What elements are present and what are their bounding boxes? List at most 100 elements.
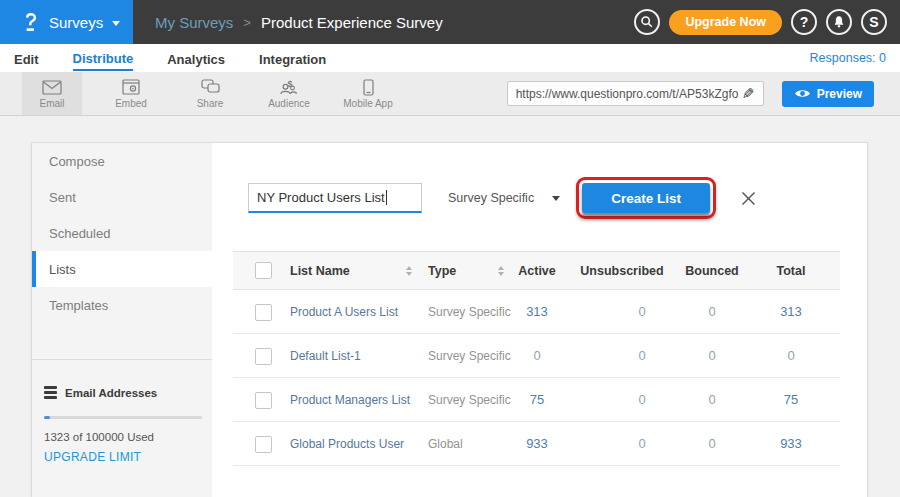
tab-analytics[interactable]: Analytics <box>167 47 225 70</box>
notifications-button[interactable] <box>826 9 852 35</box>
responses-count[interactable]: Responses: 0 <box>810 51 886 65</box>
breadcrumb: My Surveys > Product Experience Survey <box>155 14 443 31</box>
row-checkbox[interactable] <box>255 392 272 409</box>
unsubscribed-count: 0 <box>562 378 682 422</box>
bounced-count: 0 <box>682 422 742 466</box>
list-type: Global <box>420 422 512 466</box>
active-count[interactable]: 75 <box>512 378 562 422</box>
sidebar-item-compose[interactable]: Compose <box>32 143 212 179</box>
lists-content: NY Product Users List Survey Specific Cr… <box>212 143 867 497</box>
embed-icon <box>122 78 140 96</box>
col-header-unsubscribed: Unsubscribed <box>562 252 682 290</box>
row-checkbox[interactable] <box>255 304 272 321</box>
account-avatar[interactable]: S <box>861 9 887 35</box>
top-header: Surveys My Surveys > Product Experience … <box>0 0 900 44</box>
search-button[interactable] <box>634 9 660 35</box>
list-name-link[interactable]: Product A Users List <box>275 290 420 334</box>
sort-icon[interactable] <box>498 266 504 276</box>
eye-icon <box>794 88 811 99</box>
table-row: Global Products User Global 933 0 0 933 <box>233 422 840 466</box>
app-logo[interactable]: Surveys <box>0 0 133 44</box>
sidebar-item-scheduled[interactable]: Scheduled <box>32 215 212 251</box>
distribute-toolbar: Email Embed Share $ Audience Mobile App … <box>0 72 900 116</box>
total-count[interactable]: 313 <box>742 290 840 334</box>
breadcrumb-separator: > <box>243 15 251 30</box>
breadcrumb-my-surveys[interactable]: My Surveys <box>155 14 233 31</box>
toolbar-item-audience[interactable]: $ Audience <box>259 72 319 115</box>
row-checkbox[interactable] <box>255 348 272 365</box>
email-addresses-title: Email Addresses <box>65 387 157 399</box>
sidebar-item-templates[interactable]: Templates <box>32 287 212 323</box>
sidebar-item-lists[interactable]: Lists <box>32 251 212 287</box>
create-list-button[interactable]: Create List <box>582 183 710 213</box>
list-type: Survey Specific <box>420 378 512 422</box>
unsubscribed-count: 0 <box>562 422 682 466</box>
share-icon <box>201 78 220 96</box>
mobile-app-icon <box>363 78 374 96</box>
unsubscribed-count: 0 <box>562 334 682 378</box>
list-name-link[interactable]: Default List-1 <box>275 334 420 378</box>
bounced-count: 0 <box>682 378 742 422</box>
toolbar-item-embed[interactable]: Embed <box>101 72 161 115</box>
row-checkbox[interactable] <box>255 436 272 453</box>
search-icon <box>640 15 654 29</box>
table-row: Product Managers List Survey Specific 75… <box>233 378 840 422</box>
lists-panel: Compose Sent Scheduled Lists Templates E… <box>31 142 868 497</box>
list-type-select[interactable]: Survey Specific <box>448 191 560 205</box>
survey-url-input[interactable]: https://www.questionpro.com/t/AP53kZgfo … <box>507 81 764 106</box>
audience-icon: $ <box>279 78 299 96</box>
email-sidebar: Compose Sent Scheduled Lists Templates E… <box>32 143 212 497</box>
col-header-total: Total <box>742 252 840 290</box>
total-count[interactable]: 933 <box>742 422 840 466</box>
list-name-link[interactable]: Global Products User <box>275 422 420 466</box>
close-icon[interactable] <box>741 191 756 206</box>
total-count[interactable]: 0 <box>742 334 840 378</box>
help-button[interactable]: ? <box>791 9 817 35</box>
col-header-active: Active <box>512 252 562 290</box>
col-header-bounced: Bounced <box>682 252 742 290</box>
questionpro-logo-icon <box>21 13 40 32</box>
sort-icon[interactable] <box>406 266 412 276</box>
select-all-checkbox[interactable] <box>255 262 272 279</box>
upgrade-now-button[interactable]: Upgrade Now <box>669 10 782 35</box>
bounced-count: 0 <box>682 290 742 334</box>
survey-nav: Edit Distribute Analytics Integration Re… <box>0 44 900 72</box>
list-type: Survey Specific <box>420 334 512 378</box>
list-name-link[interactable]: Product Managers List <box>275 378 420 422</box>
edit-url-icon[interactable]: ✎ <box>742 85 755 103</box>
new-list-name-input[interactable]: NY Product Users List <box>248 183 422 213</box>
toolbar-item-share[interactable]: Share <box>180 72 240 115</box>
upgrade-limit-link[interactable]: UPGRADE LIMIT <box>44 450 202 464</box>
chevron-down-icon <box>112 21 120 26</box>
page-background: Compose Sent Scheduled Lists Templates E… <box>0 116 900 497</box>
active-count[interactable]: 0 <box>512 334 562 378</box>
email-icon <box>42 78 62 96</box>
table-row: Default List-1 Survey Specific 0 0 0 0 <box>233 334 840 378</box>
tab-distribute[interactable]: Distribute <box>73 46 134 71</box>
toolbar-item-mobile-app[interactable]: Mobile App <box>338 72 398 115</box>
col-header-type[interactable]: Type <box>428 264 456 278</box>
toolbar-item-email[interactable]: Email <box>22 72 82 115</box>
active-count[interactable]: 933 <box>512 422 562 466</box>
product-name: Surveys <box>49 14 103 31</box>
bell-icon <box>832 15 846 29</box>
total-count[interactable]: 75 <box>742 378 840 422</box>
page-title: Product Experience Survey <box>261 14 443 31</box>
usage-text: 1323 of 100000 Used <box>44 431 202 443</box>
col-header-list-name[interactable]: List Name <box>290 264 350 278</box>
email-addresses-icon <box>44 386 57 399</box>
preview-button[interactable]: Preview <box>782 81 874 107</box>
text-cursor <box>386 190 387 205</box>
table-row: Product A Users List Survey Specific 313… <box>233 290 840 334</box>
active-count[interactable]: 313 <box>512 290 562 334</box>
sidebar-item-sent[interactable]: Sent <box>32 179 212 215</box>
annotation-highlight-ring: Create List <box>576 177 716 219</box>
tab-edit[interactable]: Edit <box>14 47 39 70</box>
bounced-count: 0 <box>682 334 742 378</box>
usage-progress-bar <box>44 416 202 419</box>
chevron-down-icon <box>552 196 560 201</box>
unsubscribed-count: 0 <box>562 290 682 334</box>
tab-integration[interactable]: Integration <box>259 47 326 70</box>
list-type: Survey Specific <box>420 290 512 334</box>
lists-table: List Name Type Active Unsubscribed Bounc… <box>233 251 840 466</box>
